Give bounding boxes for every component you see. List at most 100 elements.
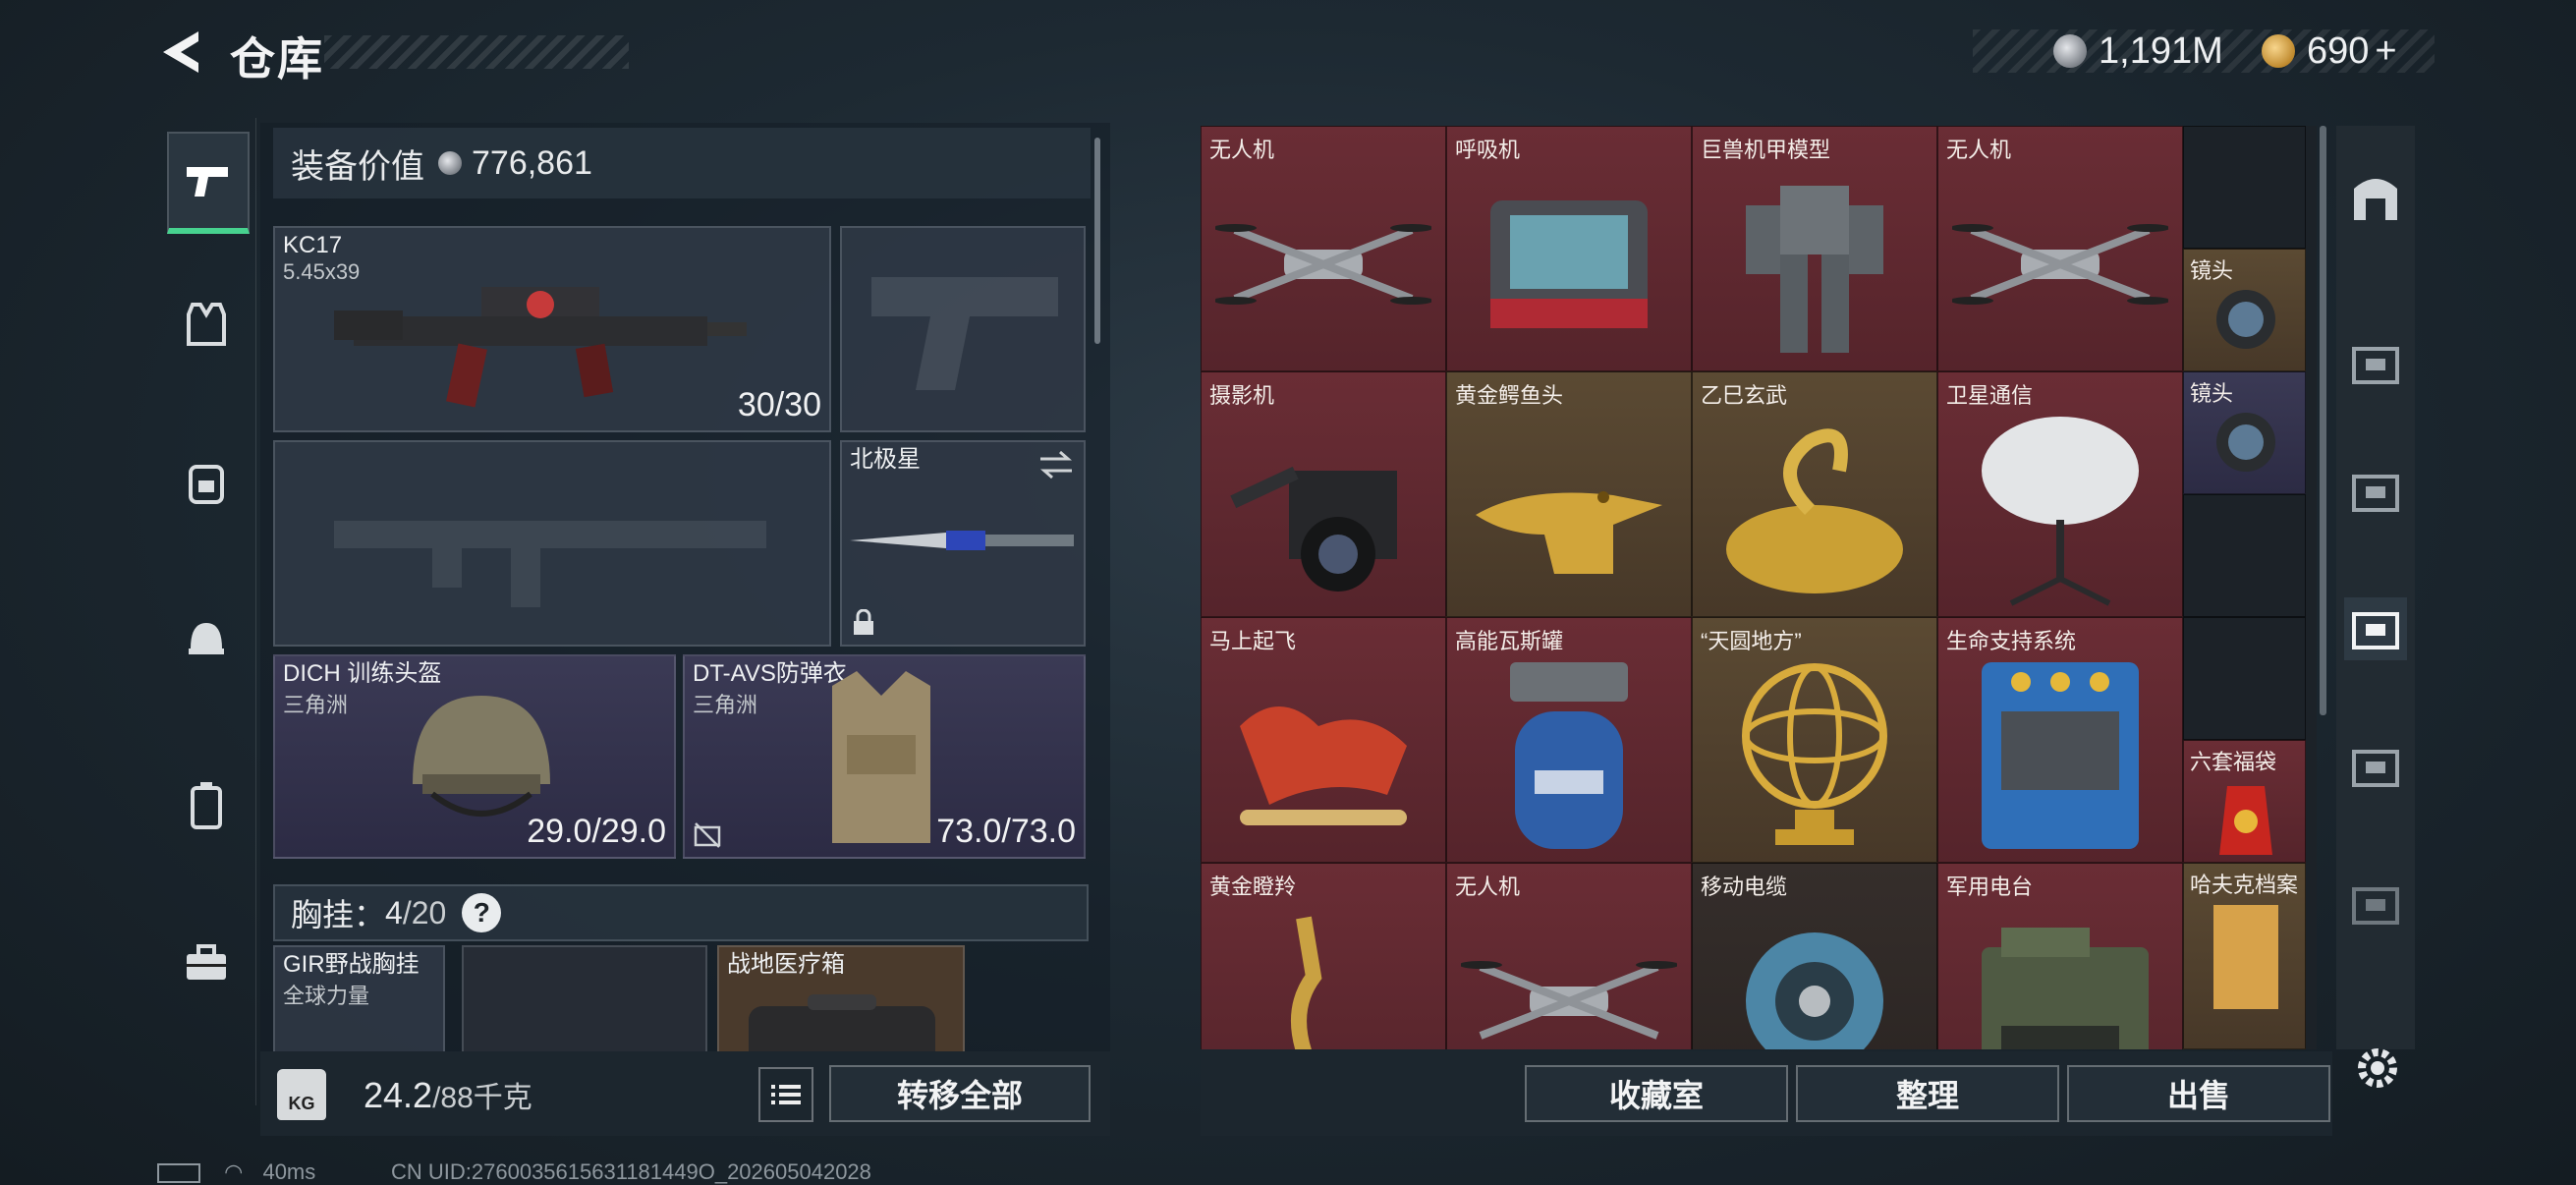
- list-view-button[interactable]: [758, 1067, 813, 1122]
- item-drone-1[interactable]: 无人机: [1201, 126, 1446, 371]
- tab-home-storage[interactable]: [2344, 165, 2407, 228]
- collection-room-button[interactable]: 收藏室: [1525, 1065, 1788, 1122]
- helmet-icon: [189, 623, 224, 654]
- weapon-ammo: 30/30: [737, 386, 821, 423]
- item-cable-reel[interactable]: 移动电缆: [1692, 863, 1937, 1049]
- equipment-scrollbar[interactable]: [1094, 138, 1100, 344]
- item-life-support[interactable]: 生命支持系统: [1937, 617, 2183, 863]
- gear-icon: [2358, 1048, 2397, 1088]
- silver-currency[interactable]: 1,191M: [2053, 29, 2223, 73]
- settings-button[interactable]: [2353, 1044, 2402, 1093]
- knife-image: [850, 531, 1074, 550]
- cable-reel-image: [1746, 932, 1883, 1049]
- gold-add-button[interactable]: +: [2375, 30, 2396, 73]
- storage-tabs: [2336, 126, 2415, 1049]
- storage-cell-empty[interactable]: [2183, 617, 2306, 740]
- secondary-weapon-slot[interactable]: [273, 440, 831, 647]
- chest-rig-slot[interactable]: GIR野战胸挂 全球力量: [273, 945, 445, 1053]
- backpack-icon: [189, 465, 224, 504]
- gold-tortoise-image: [1726, 428, 1903, 593]
- storage-box-icon: [2352, 750, 2399, 787]
- tab-storage-3[interactable]: [2344, 735, 2407, 798]
- gold-amount: 690: [2307, 29, 2370, 72]
- melee-slot[interactable]: 北极星: [840, 440, 1086, 647]
- rig-name: GIR野战胸挂: [283, 951, 420, 978]
- gold-crocodile-image: [1476, 491, 1662, 574]
- item-gold-gazelle[interactable]: 黄金瞪羚: [1201, 863, 1446, 1049]
- silver-amount: 1,191M: [2099, 29, 2223, 72]
- armor-durability: 73.0/73.0: [936, 813, 1076, 850]
- helmet-slot[interactable]: DICH 训练头盔 三角洲 29.0/29.0: [273, 654, 676, 859]
- medkit-image: [749, 994, 935, 1051]
- item-gold-tortoise[interactable]: 乙巳玄武: [1692, 371, 1937, 617]
- nav-weapons[interactable]: [167, 132, 250, 234]
- weight-current: 24.2: [364, 1075, 433, 1115]
- nav-case[interactable]: [167, 766, 246, 845]
- storage-scrollbar[interactable]: [2320, 126, 2326, 715]
- file-folder-image: [2213, 905, 2278, 1009]
- item-lucky-bag[interactable]: 六套福袋: [2183, 740, 2306, 863]
- item-drone-3[interactable]: 无人机: [1446, 863, 1692, 1049]
- equipment-value: 776,861: [472, 143, 592, 182]
- item-camera[interactable]: 摄影机: [1201, 371, 1446, 617]
- helmet-image: [413, 696, 550, 817]
- sell-button[interactable]: 出售: [2067, 1065, 2330, 1122]
- smg-image: [334, 287, 747, 408]
- sort-button[interactable]: 整理: [1796, 1065, 2059, 1122]
- nav-backpack[interactable]: [167, 442, 246, 521]
- drone-image: [1215, 224, 1431, 305]
- equipment-value-label: 装备价值: [291, 147, 424, 186]
- item-lens-1[interactable]: 镜头: [2183, 249, 2306, 371]
- help-button[interactable]: ?: [462, 893, 502, 932]
- tab-storage-4[interactable]: [2344, 460, 2407, 523]
- transfer-all-button[interactable]: 转移全部: [829, 1065, 1091, 1122]
- drone-image: [1952, 224, 2168, 305]
- tab-storage-2[interactable]: [2344, 873, 2407, 935]
- pistol-silhouette-icon: [871, 277, 1058, 390]
- sidearm-slot[interactable]: [840, 226, 1086, 432]
- silver-coin-icon: [438, 151, 462, 175]
- primary-weapon-slot[interactable]: KC17 5.45x39 30/30: [273, 226, 831, 432]
- military-radio-image: [1982, 928, 2149, 1049]
- swap-icon[interactable]: [1038, 450, 1074, 480]
- item-horse[interactable]: 马上起飞: [1201, 617, 1446, 863]
- item-haavk-file[interactable]: 哈夫克档案: [2183, 863, 2306, 1049]
- equipment-value-bar: 装备价值 776,861: [273, 128, 1091, 198]
- item-satellite-comm[interactable]: 卫星通信: [1937, 371, 2183, 617]
- weight-icon: KG: [277, 1069, 326, 1120]
- item-lens-2[interactable]: 镜头: [2183, 371, 2306, 494]
- storage-grid: 无人机 呼吸机 巨兽机甲模型 无人机 摄影机 黄金鳄鱼头 乙巳玄武 卫星通信 马…: [1201, 126, 2317, 1049]
- item-military-radio[interactable]: 军用电台: [1937, 863, 2183, 1049]
- page-title: 仓库: [230, 33, 324, 85]
- item-gas-tank[interactable]: 高能瓦斯罐: [1446, 617, 1692, 863]
- case-icon: [191, 782, 222, 829]
- item-name: 六套福袋: [2190, 750, 2277, 774]
- battery-icon: [157, 1163, 200, 1184]
- gold-currency[interactable]: 690 +: [2262, 29, 2397, 73]
- item-mecha-model[interactable]: 巨兽机甲模型: [1692, 126, 1937, 371]
- armillary-sphere-image: [1742, 663, 1887, 845]
- tab-storage-selected[interactable]: [2344, 597, 2407, 660]
- nav-armor[interactable]: [167, 285, 246, 364]
- lens-image: [2216, 413, 2275, 472]
- armor-slot[interactable]: DT-AVS防弹衣 三角洲 73.0/73.0: [683, 654, 1086, 859]
- item-armillary-sphere[interactable]: “天圆地方”: [1692, 617, 1937, 863]
- storage-cell-empty[interactable]: [2183, 494, 2306, 617]
- storage-cell-empty[interactable]: [2183, 126, 2306, 249]
- nav-toolbox[interactable]: [167, 924, 246, 1002]
- equipment-category-nav: [157, 118, 256, 1105]
- rifle-silhouette-icon: [334, 521, 766, 607]
- currency-bar: 1,191M 690 +: [1973, 29, 2435, 73]
- back-button[interactable]: [155, 28, 204, 77]
- item-drone-2[interactable]: 无人机: [1937, 126, 2183, 371]
- weight-max: /88千克: [432, 1082, 532, 1114]
- nav-helmet[interactable]: [167, 599, 246, 678]
- item-ventilator[interactable]: 呼吸机: [1446, 126, 1692, 371]
- mecha-image: [1746, 186, 1883, 353]
- tab-storage-5[interactable]: [2344, 332, 2407, 395]
- medkit-slot[interactable]: 战地医疗箱: [717, 945, 965, 1053]
- item-name: 镜头: [2190, 258, 2234, 283]
- rig-storage-slot-empty[interactable]: [462, 945, 707, 1053]
- item-gold-crocodile[interactable]: 黄金鳄鱼头: [1446, 371, 1692, 617]
- storage-box-icon: [2352, 475, 2399, 512]
